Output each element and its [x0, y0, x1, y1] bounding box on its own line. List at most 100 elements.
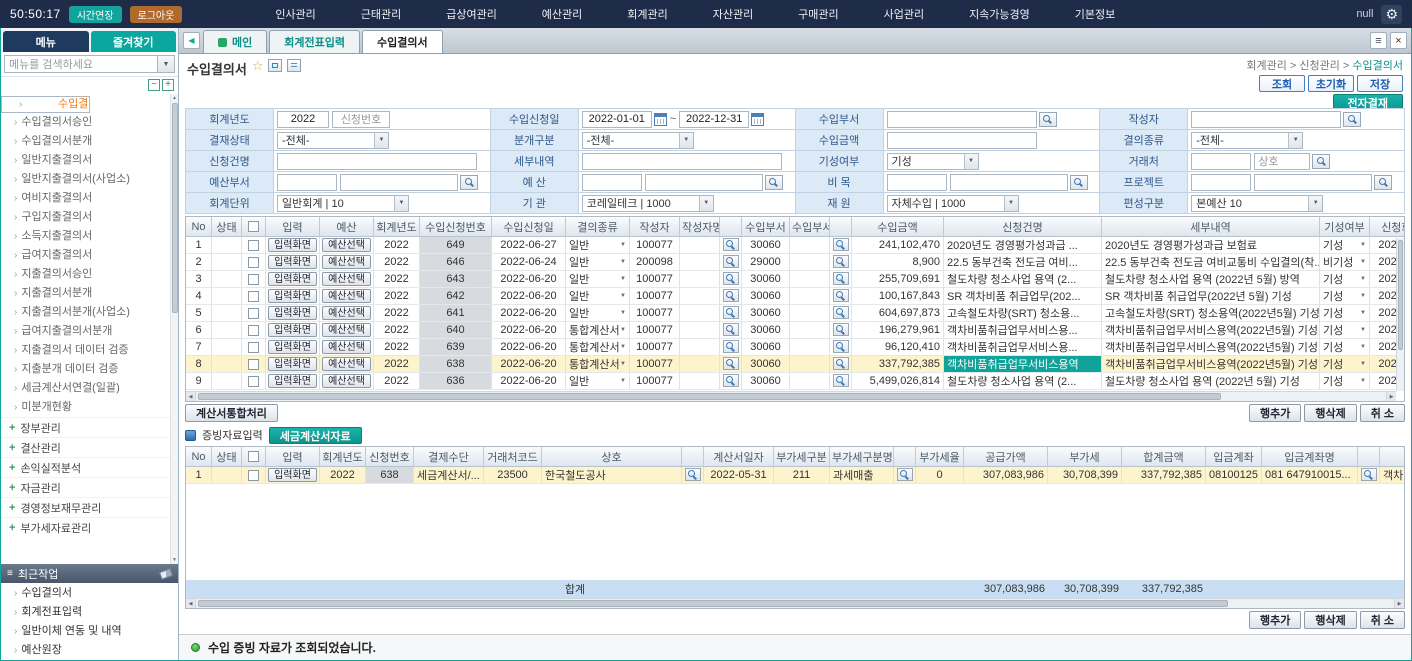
request-no-input[interactable] [332, 111, 390, 128]
dept-name-cell[interactable] [790, 254, 830, 271]
reset-button[interactable]: 초기화 [1308, 75, 1354, 92]
request-date-cell[interactable]: 2022-06-20 [492, 322, 566, 339]
fiscal-year-cell[interactable]: 2022 [374, 356, 420, 373]
writer-cell[interactable]: 100077 [630, 339, 680, 356]
dept-cell[interactable]: 30060 [742, 356, 790, 373]
title-cell[interactable]: 철도차량 청소사업 용역 (2... [944, 373, 1102, 390]
amount-cell[interactable]: 241,102,470 [852, 237, 944, 254]
dept-name-cell[interactable] [790, 271, 830, 288]
account-unit-select[interactable]: 일반회계 | 10▼ [277, 195, 409, 212]
vendor-code-input[interactable] [1191, 153, 1251, 170]
budget-dept-lookup-button[interactable] [460, 175, 478, 190]
title-cell[interactable]: SR 객차비품 취급업무(202... [944, 288, 1102, 305]
topbar-menu-item[interactable]: 지속가능경영 [969, 6, 1030, 22]
income-row[interactable]: 8 입력화면 예산선택 2022 638 2022-06-20 통합계산서▼ 1… [186, 356, 1405, 373]
tree-item[interactable]: ›지출결의서분개(사업소) [1, 303, 170, 322]
topbar-menu-item[interactable]: 사업관리 [884, 6, 924, 22]
sidebar-tab-favorites[interactable]: 즐겨찾기 [91, 31, 177, 52]
writer-name-cell[interactable] [680, 254, 720, 271]
cancel-button[interactable]: 취 소 [1360, 404, 1405, 422]
recent-item[interactable]: ›일반이체 연동 및 내역 [1, 622, 178, 641]
grid-vertical-scrollbar[interactable] [1396, 238, 1404, 391]
completion-cell[interactable]: 기성▼ [1320, 322, 1370, 339]
tree-item[interactable]: ›수입결의서승인 [1, 113, 170, 132]
dept-name-cell[interactable] [790, 356, 830, 373]
select-all-checkbox[interactable] [248, 451, 259, 462]
tree-item[interactable]: ›지출결의서 데이터 검증 [1, 341, 170, 360]
budget-select-button[interactable]: 예산선택 [322, 357, 371, 371]
fiscal-year-cell[interactable]: 2022 [374, 339, 420, 356]
vendor-name-input[interactable] [1254, 153, 1310, 170]
writer-lookup-button[interactable] [723, 255, 739, 268]
title-cell[interactable]: 2020년도 경영평가성과급 ... [944, 237, 1102, 254]
calendar-icon[interactable] [654, 113, 667, 126]
writer-cell[interactable]: 200098 [630, 254, 680, 271]
title-cell[interactable]: 철도차량 청소사업 용역 (2... [944, 271, 1102, 288]
budget-lookup-button[interactable] [765, 175, 783, 190]
fiscal-year-cell[interactable]: 2022 [374, 288, 420, 305]
tree-item[interactable]: ›미분개현황 [1, 398, 170, 417]
dept-cell[interactable]: 30060 [742, 339, 790, 356]
income-row[interactable]: 3 입력화면 예산선택 2022 643 2022-06-20 일반▼ 1000… [186, 271, 1405, 288]
budget-kind-select[interactable]: 본예산 10▼ [1191, 195, 1323, 212]
request-date-cell[interactable]: 2022-06-20 [492, 271, 566, 288]
vendor-code-cell[interactable]: 23500 [484, 467, 542, 484]
dept-lookup-button[interactable] [833, 374, 849, 387]
fiscal-year-cell[interactable]: 2022 [320, 467, 366, 484]
account-lookup-button[interactable] [1361, 468, 1377, 481]
title-cell[interactable]: 22.5 동부건축 전도금 여비... [944, 254, 1102, 271]
amount-cell[interactable]: 604,697,873 [852, 305, 944, 322]
writer-lookup-button[interactable] [723, 306, 739, 319]
tab-scroll-left-button[interactable]: ◀ [183, 32, 200, 49]
dept-lookup-button[interactable] [833, 323, 849, 336]
recent-item[interactable]: ›수입결의서 [1, 584, 178, 603]
extend-time-button[interactable]: 시간연장 [69, 6, 122, 23]
dept-cell[interactable]: 29000 [742, 254, 790, 271]
calendar-icon[interactable] [751, 113, 764, 126]
dept-cell[interactable]: 30060 [742, 305, 790, 322]
budget-select-button[interactable]: 예산선택 [322, 255, 371, 269]
tree-item[interactable]: ›수입결의서분개 [1, 132, 170, 151]
recent-item[interactable]: ›회계전표입력 [1, 603, 178, 622]
popup-icon[interactable] [287, 59, 301, 72]
writer-cell[interactable]: 100077 [630, 237, 680, 254]
input-screen-button[interactable]: 입력화면 [268, 374, 317, 388]
fiscal-year-cell[interactable]: 2022 [374, 322, 420, 339]
decision-type-select[interactable]: -전체-▼ [1191, 132, 1303, 149]
completion-cell[interactable]: 기성▼ [1320, 288, 1370, 305]
dept-lookup-button[interactable] [833, 238, 849, 251]
writer-name-cell[interactable] [680, 373, 720, 390]
row-checkbox[interactable] [248, 308, 259, 319]
topbar-menu-item[interactable]: 인사관리 [275, 6, 315, 22]
budget-name-input[interactable] [645, 174, 763, 191]
income-amount-input[interactable] [887, 132, 1037, 149]
writer-cell[interactable]: 100077 [630, 288, 680, 305]
budget-dept-name-input[interactable] [340, 174, 458, 191]
decision-type-cell[interactable]: 통합계산서▼ [566, 356, 630, 373]
fiscal-year-cell[interactable]: 2022 [374, 373, 420, 390]
vat-rate-cell[interactable]: 0 [916, 467, 964, 484]
income-row[interactable]: 5 입력화면 예산선택 2022 641 2022-06-20 일반▼ 1000… [186, 305, 1405, 322]
fiscal-year-cell[interactable]: 2022 [374, 271, 420, 288]
input-screen-button[interactable]: 입력화면 [268, 323, 317, 337]
request-date-cell[interactable]: 2022-06-20 [492, 305, 566, 322]
tree-item[interactable]: ›수입결의서 [1, 96, 90, 113]
add-row-button[interactable]: 행추가 [1249, 404, 1301, 422]
dept-cell[interactable]: 30060 [742, 373, 790, 390]
organization-select[interactable]: 코레일테크 | 1000▼ [582, 195, 714, 212]
vat-amount-cell[interactable]: 30,708,399 [1048, 467, 1122, 484]
tree-group[interactable]: +장부관리 [1, 417, 170, 437]
detail-cell[interactable]: 2020년도 경영평가성과급 보험료 [1102, 237, 1320, 254]
journal-type-select[interactable]: -전체-▼ [582, 132, 694, 149]
tax-invoice-button[interactable]: 세금계산서자료 [269, 427, 362, 444]
vat-name-cell[interactable]: 과세매출 [830, 467, 894, 484]
fiscal-year-cell[interactable]: 2022 [374, 305, 420, 322]
dept-name-cell[interactable] [790, 339, 830, 356]
decision-type-cell[interactable]: 일반▼ [566, 373, 630, 390]
row-checkbox[interactable] [248, 257, 259, 268]
row-checkbox[interactable] [248, 274, 259, 285]
dept-lookup-button[interactable] [833, 306, 849, 319]
writer-lookup-button[interactable] [723, 323, 739, 336]
income-row[interactable]: 4 입력화면 예산선택 2022 642 2022-06-20 일반▼ 1000… [186, 288, 1405, 305]
completion-select[interactable]: 기성▼ [887, 153, 979, 170]
